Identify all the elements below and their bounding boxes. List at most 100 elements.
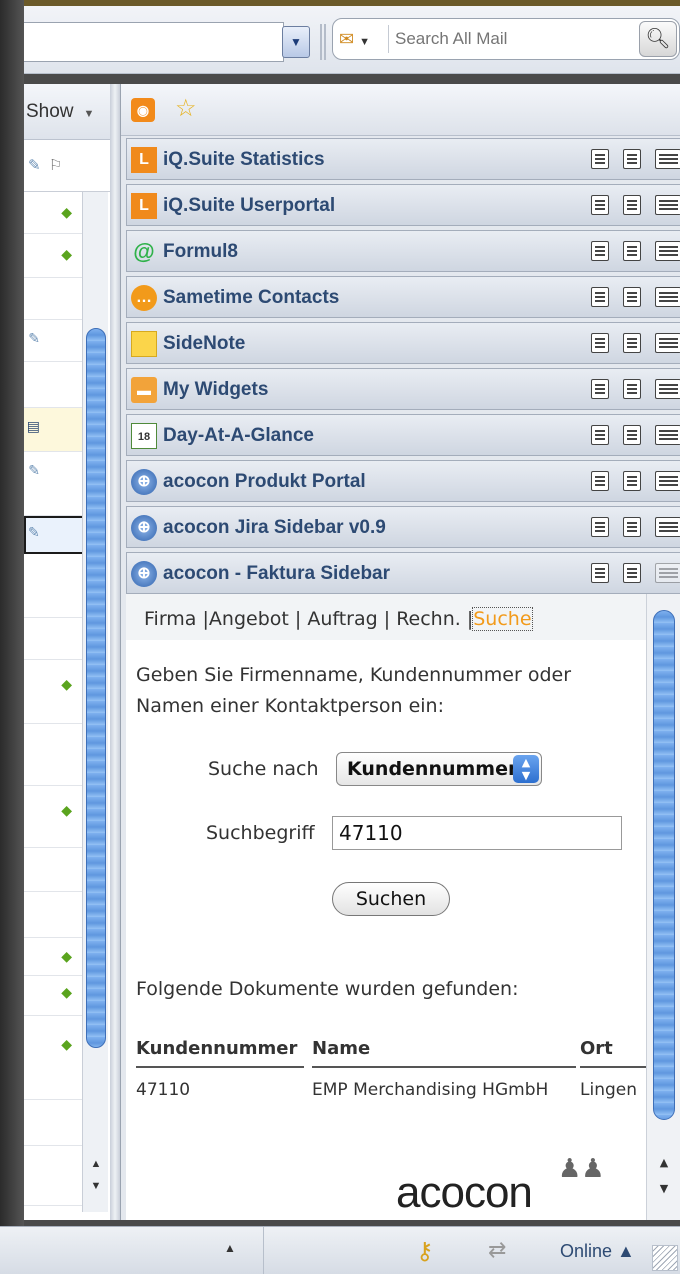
column-header-ort[interactable]: Ort: [580, 1038, 646, 1068]
widget-menu-icon[interactable]: [655, 425, 680, 445]
location-dropdown-button[interactable]: ▼: [282, 26, 310, 58]
widget-acocon-faktura-sidebar[interactable]: ⊕ acocon - Faktura Sidebar: [126, 552, 680, 594]
mail-row[interactable]: ◆: [24, 976, 84, 1016]
mail-list-header[interactable]: Show ▼: [24, 84, 112, 140]
widget-menu-icon[interactable]: [655, 241, 680, 261]
widget-info-icon[interactable]: [591, 241, 609, 261]
mail-row[interactable]: ✎: [24, 320, 84, 362]
chevron-up-icon[interactable]: ▲: [224, 1241, 236, 1255]
widget-menu-icon[interactable]: [655, 379, 680, 399]
widget-menu-icon[interactable]: [655, 287, 680, 307]
search-by-select[interactable]: Kundennummer ▲ ▼: [336, 752, 542, 786]
search-scope-icon[interactable]: ✉ ▼: [339, 25, 389, 53]
widget-menu-icon[interactable]: [655, 333, 680, 353]
faktura-scrollbar[interactable]: ▲ ▼: [646, 594, 680, 1220]
widget-sidenote[interactable]: SideNote: [126, 322, 680, 364]
star-icon[interactable]: ☆: [175, 94, 197, 123]
widget-day-at-a-glance[interactable]: 18 Day-At-A-Glance: [126, 414, 680, 456]
scroll-up-arrow[interactable]: ▲: [655, 1156, 673, 1174]
widget-info-icon[interactable]: [591, 149, 609, 169]
result-kundennummer[interactable]: 47110: [136, 1080, 190, 1100]
widget-collapse-icon[interactable]: [623, 241, 641, 261]
faktura-scroll-thumb[interactable]: [653, 610, 675, 1120]
mail-row[interactable]: ◆: [24, 938, 84, 976]
scroll-up-arrow[interactable]: ▲: [87, 1158, 105, 1176]
mail-row[interactable]: [24, 1146, 84, 1206]
widget-collapse-icon[interactable]: [623, 425, 641, 445]
attachment-column-icon[interactable]: ✎: [28, 157, 41, 174]
widget-menu-icon[interactable]: [655, 195, 680, 215]
widget-collapse-icon[interactable]: [623, 287, 641, 307]
widget-collapse-icon[interactable]: [623, 149, 641, 169]
chevron-down-icon[interactable]: ▼: [84, 108, 95, 120]
mail-row[interactable]: ✎: [24, 452, 84, 516]
search-term-input[interactable]: 47110: [332, 816, 622, 850]
online-status-menu[interactable]: Online ▲: [560, 1241, 635, 1262]
widget-info-icon[interactable]: [591, 517, 609, 537]
key-icon[interactable]: ⚷: [416, 1237, 434, 1266]
widget-info-icon[interactable]: [591, 195, 609, 215]
widget-acocon-jira-sidebar[interactable]: ⊕ acocon Jira Sidebar v0.9: [126, 506, 680, 548]
widget-menu-icon[interactable]: [655, 563, 680, 583]
mail-row[interactable]: ◆: [24, 786, 84, 848]
widget-sametime-contacts[interactable]: … Sametime Contacts: [126, 276, 680, 318]
mail-row[interactable]: [24, 618, 84, 660]
tab-rechnung[interactable]: Rechn. |: [396, 608, 473, 630]
replication-icon[interactable]: ⇄: [488, 1237, 506, 1263]
toolbar-grip[interactable]: [320, 24, 326, 60]
column-header-kundennummer[interactable]: Kundennummer: [136, 1038, 304, 1068]
widget-formul8[interactable]: @ Formul8: [126, 230, 680, 272]
widget-info-icon[interactable]: [591, 425, 609, 445]
mail-list-scroll-thumb[interactable]: [86, 328, 106, 1048]
widget-collapse-icon[interactable]: [623, 333, 641, 353]
result-name[interactable]: EMP Merchandising HGmbH: [312, 1080, 548, 1100]
search-button[interactable]: Suchen: [332, 882, 450, 916]
mail-row[interactable]: [24, 892, 84, 938]
mail-row[interactable]: [24, 554, 84, 618]
tab-auftrag[interactable]: Auftrag |: [307, 608, 390, 630]
location-field[interactable]: [24, 22, 284, 62]
flag-column-icon[interactable]: ⚐: [49, 157, 62, 174]
show-menu-label[interactable]: Show: [26, 101, 74, 122]
widget-menu-icon[interactable]: [655, 517, 680, 537]
mail-row[interactable]: ◆: [24, 234, 84, 278]
widget-collapse-icon[interactable]: [623, 563, 641, 583]
mail-row[interactable]: [24, 1100, 84, 1146]
scroll-down-arrow[interactable]: ▼: [655, 1182, 673, 1200]
widget-collapse-icon[interactable]: [623, 379, 641, 399]
widget-my-widgets[interactable]: ▬ My Widgets: [126, 368, 680, 410]
mail-row[interactable]: [24, 362, 84, 408]
resize-grip[interactable]: [652, 1245, 678, 1271]
mail-row[interactable]: [24, 278, 84, 320]
mail-row[interactable]: ◆: [24, 1016, 84, 1100]
widget-info-icon[interactable]: [591, 471, 609, 491]
widget-iq-suite-statistics[interactable]: L iQ.Suite Statistics: [126, 138, 680, 180]
widget-menu-icon[interactable]: [655, 471, 680, 491]
tab-suche[interactable]: Suche: [472, 607, 533, 631]
search-input[interactable]: [395, 23, 635, 55]
mail-list-scrollbar[interactable]: ▲ ▼: [82, 192, 108, 1212]
mail-row[interactable]: ▤: [24, 408, 84, 452]
widget-collapse-icon[interactable]: [623, 471, 641, 491]
widget-info-icon[interactable]: [591, 333, 609, 353]
tab-angebot[interactable]: Angebot |: [209, 608, 301, 630]
mail-row[interactable]: [24, 848, 84, 892]
widget-menu-icon[interactable]: [655, 149, 680, 169]
mail-column-header[interactable]: ✎ ⚐: [24, 140, 112, 192]
mail-row[interactable]: [24, 724, 84, 786]
widget-collapse-icon[interactable]: [623, 195, 641, 215]
widget-iq-suite-userportal[interactable]: L iQ.Suite Userportal: [126, 184, 680, 226]
widget-collapse-icon[interactable]: [623, 517, 641, 537]
widget-info-icon[interactable]: [591, 379, 609, 399]
mail-row[interactable]: ◆: [24, 192, 84, 234]
widget-info-icon[interactable]: [591, 287, 609, 307]
tab-firma[interactable]: Firma |: [144, 608, 209, 630]
result-ort[interactable]: Lingen: [580, 1080, 637, 1100]
rss-icon[interactable]: ◉: [131, 98, 155, 122]
search-icon[interactable]: 🔍︎: [639, 21, 677, 57]
column-header-name[interactable]: Name: [312, 1038, 576, 1068]
scroll-down-arrow[interactable]: ▼: [87, 1180, 105, 1198]
widget-acocon-produkt-portal[interactable]: ⊕ acocon Produkt Portal: [126, 460, 680, 502]
mail-row[interactable]: ◆: [24, 660, 84, 724]
widget-info-icon[interactable]: [591, 563, 609, 583]
